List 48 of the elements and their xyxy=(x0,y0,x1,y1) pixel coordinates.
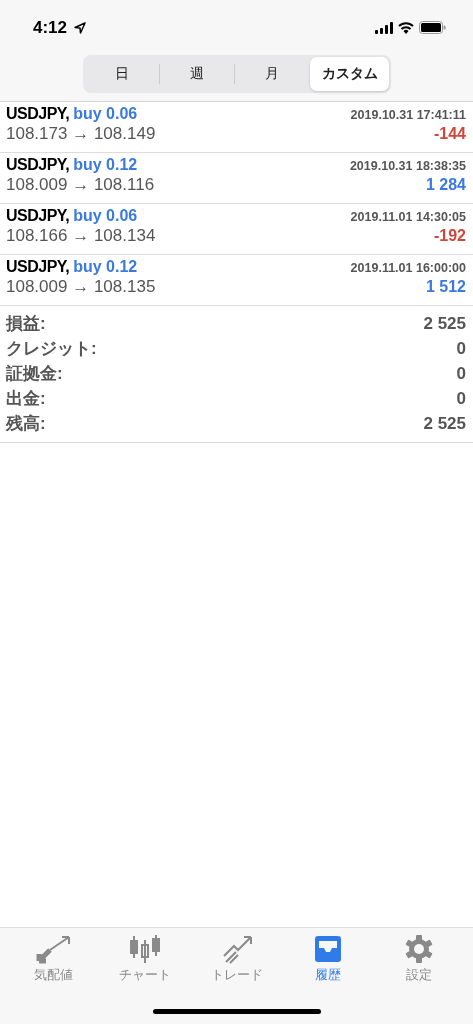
deal-side: buy 0.12 xyxy=(73,258,138,276)
tab-bar-item[interactable]: チャート xyxy=(99,932,191,986)
location-arrow-icon xyxy=(74,21,87,34)
deal-time: 2019.10.31 17:41:11 xyxy=(350,108,466,122)
settings-icon xyxy=(404,934,435,964)
summary-label: 証拠金: xyxy=(6,363,63,385)
inbox-icon xyxy=(312,934,343,964)
tab-bar-item[interactable]: トレード xyxy=(190,932,283,986)
deal-prices: 108.173 → 108.149 xyxy=(6,124,156,144)
summary-label: 出金: xyxy=(6,388,46,410)
period-tab[interactable]: 月 xyxy=(235,57,310,91)
deal-symbol: USDJPY, xyxy=(6,105,70,123)
deal-time: 2019.11.01 14:30:05 xyxy=(350,210,466,224)
battery-icon xyxy=(419,21,446,34)
deal-time: 2019.11.01 16:00:00 xyxy=(350,261,466,275)
deal-symbol: USDJPY, xyxy=(6,258,70,276)
deal-symbol: USDJPY, xyxy=(6,207,70,225)
summary-value: 0 xyxy=(456,363,466,384)
tab-bar-item[interactable]: 履歴 xyxy=(282,932,374,986)
period-tab[interactable]: 日 xyxy=(84,57,159,91)
period-tab[interactable]: 週 xyxy=(159,57,235,91)
diagonal-arrows-icon xyxy=(35,934,72,964)
candlestick-icon xyxy=(129,934,162,964)
tab-bar-item[interactable]: 気配値 xyxy=(8,932,100,986)
deal-time: 2019.10.31 18:38:35 xyxy=(349,159,466,173)
deal-side: buy 0.12 xyxy=(73,156,138,174)
deal-side: buy 0.06 xyxy=(73,105,138,123)
signal-icon xyxy=(375,21,393,34)
summary-label: 残高: xyxy=(6,413,46,435)
summary-label: クレジット: xyxy=(6,338,97,360)
deal-prices: 108.009 → 108.116 xyxy=(6,175,155,195)
deal-prices: 108.009 → 108.135 xyxy=(6,277,156,297)
period-tab[interactable]: カスタム xyxy=(310,57,389,91)
summary-value: 2 525 xyxy=(423,313,466,334)
status-time: 4:12 xyxy=(33,17,68,38)
tab-bar-item[interactable]: 設定 xyxy=(373,932,466,986)
summary-value: 0 xyxy=(456,338,466,359)
deal-profit: 1 284 xyxy=(425,176,466,194)
deal-profit: -192 xyxy=(433,227,466,245)
deal-prices: 108.166 → 108.134 xyxy=(6,226,156,246)
summary-value: 0 xyxy=(456,388,466,409)
summary-value: 2 525 xyxy=(423,413,466,434)
deal-symbol: USDJPY, xyxy=(6,156,70,174)
deal-side: buy 0.06 xyxy=(73,207,138,225)
deal-profit: 1 512 xyxy=(425,278,466,296)
deal-profit: -144 xyxy=(433,125,466,143)
summary-label: 損益: xyxy=(6,313,46,335)
wifi-icon xyxy=(398,21,414,34)
